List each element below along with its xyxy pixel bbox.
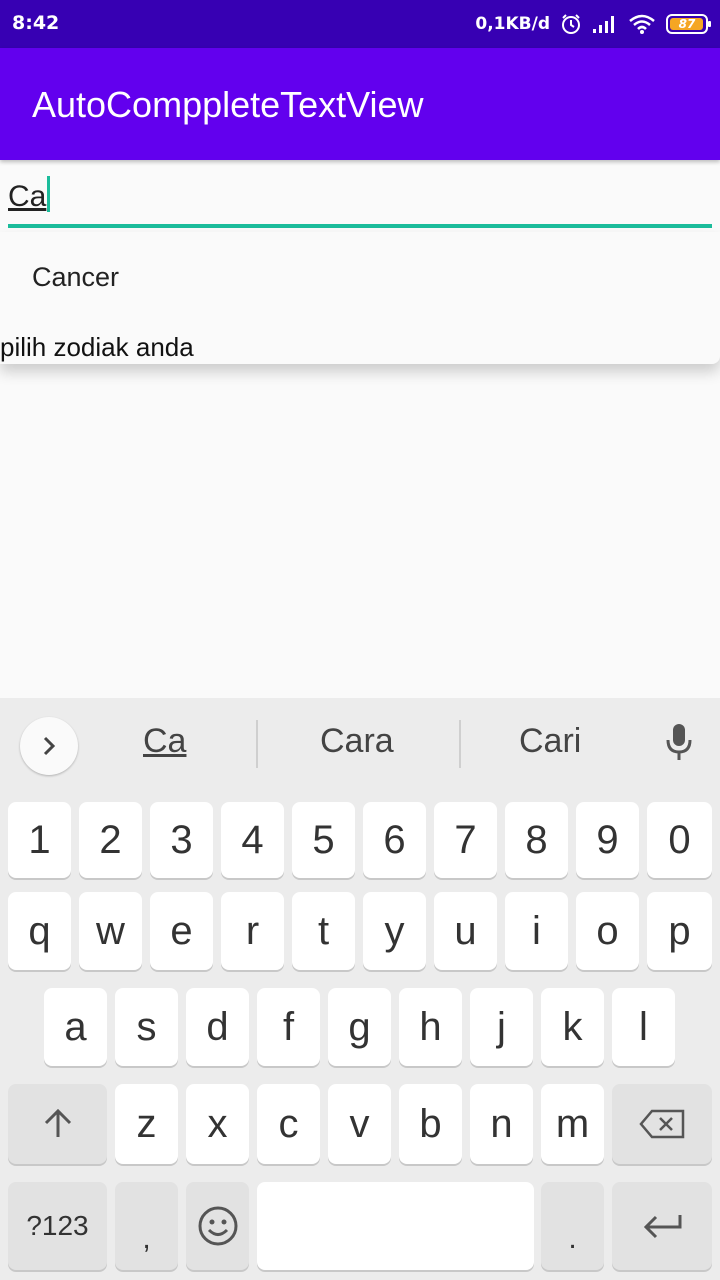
text-caret bbox=[47, 176, 51, 212]
autocomplete-dropdown: Cancer pilih zodiak anda bbox=[0, 232, 720, 364]
key-m[interactable]: m bbox=[541, 1084, 604, 1164]
backspace-icon bbox=[639, 1109, 685, 1139]
key-d[interactable]: d bbox=[186, 988, 249, 1066]
space-key[interactable] bbox=[257, 1182, 534, 1270]
key-o[interactable]: o bbox=[576, 892, 639, 970]
key-l[interactable]: l bbox=[612, 988, 675, 1066]
dropdown-item-cancer[interactable]: Cancer bbox=[32, 262, 119, 293]
wifi-icon bbox=[629, 14, 655, 34]
key-8[interactable]: 8 bbox=[505, 802, 568, 878]
suggestion-bar: Ca Cara Cari bbox=[0, 698, 720, 794]
key-5[interactable]: 5 bbox=[292, 802, 355, 878]
key-6[interactable]: 6 bbox=[363, 802, 426, 878]
suggestion-divider bbox=[256, 720, 258, 768]
key-v[interactable]: v bbox=[328, 1084, 391, 1164]
status-bar: 8:42 0,1KB/d 87 bbox=[0, 0, 720, 48]
key-s[interactable]: s bbox=[115, 988, 178, 1066]
key-1[interactable]: 1 bbox=[8, 802, 71, 878]
key-x[interactable]: x bbox=[186, 1084, 249, 1164]
key-p[interactable]: p bbox=[647, 892, 712, 970]
key-t[interactable]: t bbox=[292, 892, 355, 970]
microphone-icon[interactable] bbox=[664, 722, 694, 762]
key-h[interactable]: h bbox=[399, 988, 462, 1066]
key-4[interactable]: 4 bbox=[221, 802, 284, 878]
smiley-icon bbox=[198, 1206, 237, 1246]
suggestion-1[interactable]: Ca bbox=[143, 722, 186, 761]
key-y[interactable]: y bbox=[363, 892, 426, 970]
key-a[interactable]: a bbox=[44, 988, 107, 1066]
input-value: Ca bbox=[8, 180, 47, 213]
status-time: 8:42 bbox=[12, 12, 60, 34]
zodiac-autocomplete-input[interactable]: Ca bbox=[8, 176, 712, 230]
key-j[interactable]: j bbox=[470, 988, 533, 1066]
key-c[interactable]: c bbox=[257, 1084, 320, 1164]
signal-icon bbox=[593, 16, 614, 33]
key-z[interactable]: z bbox=[115, 1084, 178, 1164]
status-icons: 0,1KB/d 87 bbox=[475, 10, 711, 38]
suggestion-divider bbox=[459, 720, 461, 768]
key-i[interactable]: i bbox=[505, 892, 568, 970]
key-u[interactable]: u bbox=[434, 892, 497, 970]
key-w[interactable]: w bbox=[79, 892, 142, 970]
enter-arrow-icon bbox=[643, 1215, 682, 1239]
shift-key[interactable] bbox=[8, 1084, 107, 1164]
key-k[interactable]: k bbox=[541, 988, 604, 1066]
chevron-right-icon[interactable] bbox=[20, 717, 78, 775]
key-7[interactable]: 7 bbox=[434, 802, 497, 878]
suggestion-3[interactable]: Cari bbox=[519, 722, 581, 761]
soft-keyboard: Ca Cara Cari 1 2 3 4 5 6 7 8 9 0 q w e r… bbox=[0, 698, 720, 1280]
emoji-key[interactable] bbox=[186, 1182, 249, 1270]
period-key[interactable]: . bbox=[541, 1182, 604, 1270]
shift-arrow-icon bbox=[44, 1108, 71, 1137]
suggestion-2[interactable]: Cara bbox=[320, 722, 394, 761]
key-n[interactable]: n bbox=[470, 1084, 533, 1164]
network-speed: 0,1KB/d bbox=[475, 14, 550, 34]
key-2[interactable]: 2 bbox=[79, 802, 142, 878]
key-e[interactable]: e bbox=[150, 892, 213, 970]
enter-key[interactable] bbox=[612, 1182, 712, 1270]
comma-key[interactable]: , bbox=[115, 1182, 178, 1270]
battery-icon: 87 bbox=[666, 14, 711, 34]
key-f[interactable]: f bbox=[257, 988, 320, 1066]
app-title: AutoComppleteTextView bbox=[32, 84, 424, 125]
key-3[interactable]: 3 bbox=[150, 802, 213, 878]
key-r[interactable]: r bbox=[221, 892, 284, 970]
key-0[interactable]: 0 bbox=[647, 802, 712, 878]
app-bar: AutoComppleteTextView bbox=[0, 48, 720, 160]
alarm-icon bbox=[562, 14, 580, 34]
key-b[interactable]: b bbox=[399, 1084, 462, 1164]
symbols-key[interactable]: ?123 bbox=[8, 1182, 107, 1270]
input-underline bbox=[8, 224, 712, 228]
key-q[interactable]: q bbox=[8, 892, 71, 970]
backspace-key[interactable] bbox=[612, 1084, 712, 1164]
dropdown-hint: pilih zodiak anda bbox=[0, 332, 194, 362]
battery-level: 87 bbox=[678, 17, 696, 31]
key-9[interactable]: 9 bbox=[576, 802, 639, 878]
key-g[interactable]: g bbox=[328, 988, 391, 1066]
